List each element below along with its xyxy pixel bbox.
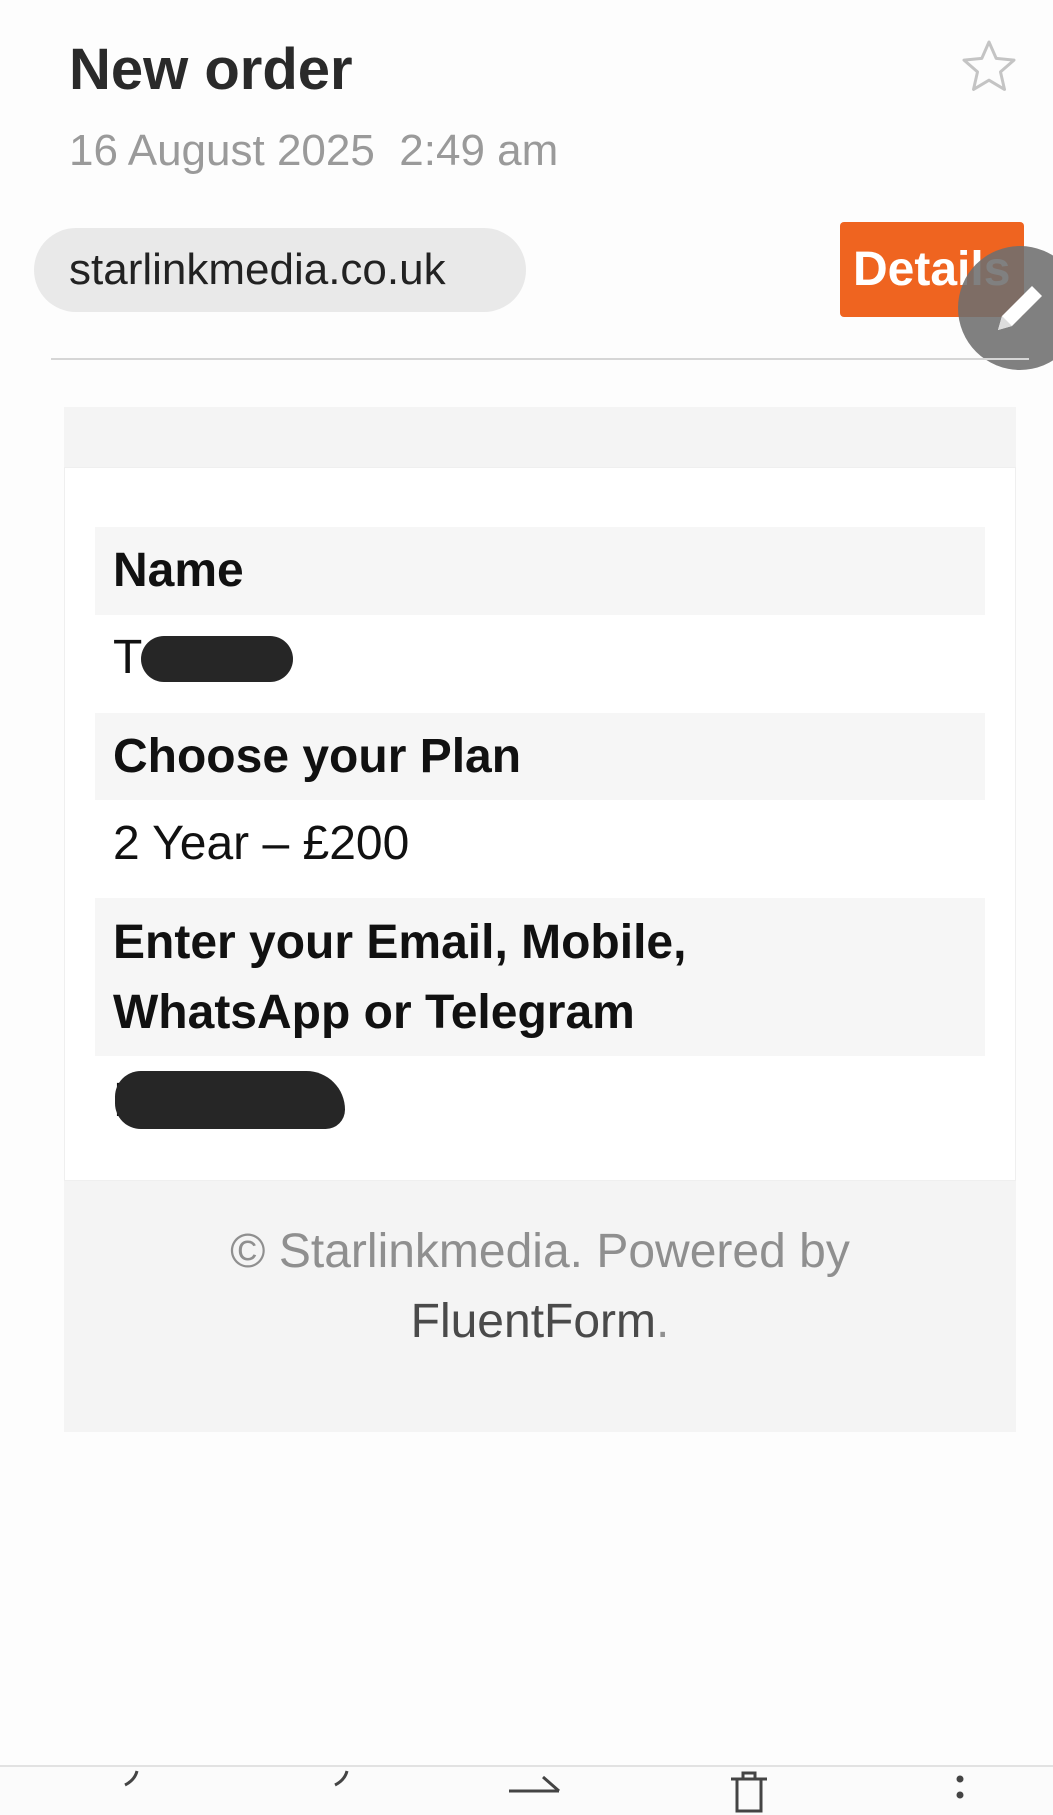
bottom-action-bar [0, 1765, 1053, 1815]
email-footer: © Starlinkmedia. Powered by FluentForm. [64, 1217, 1016, 1357]
star-icon[interactable] [960, 38, 1018, 96]
more-options-icon[interactable] [950, 1767, 970, 1815]
email-body: Name T Choose your Plan 2 Year – £200 En… [64, 407, 1016, 1432]
reply-icon[interactable] [115, 1767, 155, 1815]
redaction-mark [141, 636, 293, 682]
name-value-visible: T [113, 631, 143, 684]
sender-chip[interactable]: starlinkmedia.co.uk [34, 228, 526, 312]
field-label-contact: Enter your Email, Mobile, WhatsApp or Te… [95, 898, 985, 1056]
sender-address: starlinkmedia.co.uk [69, 245, 446, 294]
field-label-plan: Choose your Plan [95, 713, 985, 800]
contact-label-line1: Enter your Email, Mobile, [113, 916, 687, 969]
forward-icon[interactable] [505, 1767, 565, 1815]
field-value-plan: 2 Year – £200 [113, 817, 410, 870]
field-label-name: Name [95, 527, 985, 615]
header-divider [51, 358, 1029, 360]
email-subject: New order [69, 37, 353, 102]
contact-label-line2: WhatsApp or Telegram [113, 986, 635, 1039]
field-value-name: T [113, 630, 142, 685]
email-date: 16 August 2025 2:49 am [69, 126, 559, 175]
pencil-icon [998, 286, 1042, 330]
footer-brand-link[interactable]: FluentForm [411, 1295, 656, 1348]
reply-all-icon[interactable] [325, 1767, 365, 1815]
delete-icon[interactable] [725, 1767, 773, 1815]
footer-line1: © Starlinkmedia. Powered by [230, 1225, 850, 1278]
redaction-mark [115, 1071, 345, 1129]
footer-suffix: . [656, 1295, 670, 1348]
form-card: Name T Choose your Plan 2 Year – £200 En… [64, 467, 1016, 1181]
